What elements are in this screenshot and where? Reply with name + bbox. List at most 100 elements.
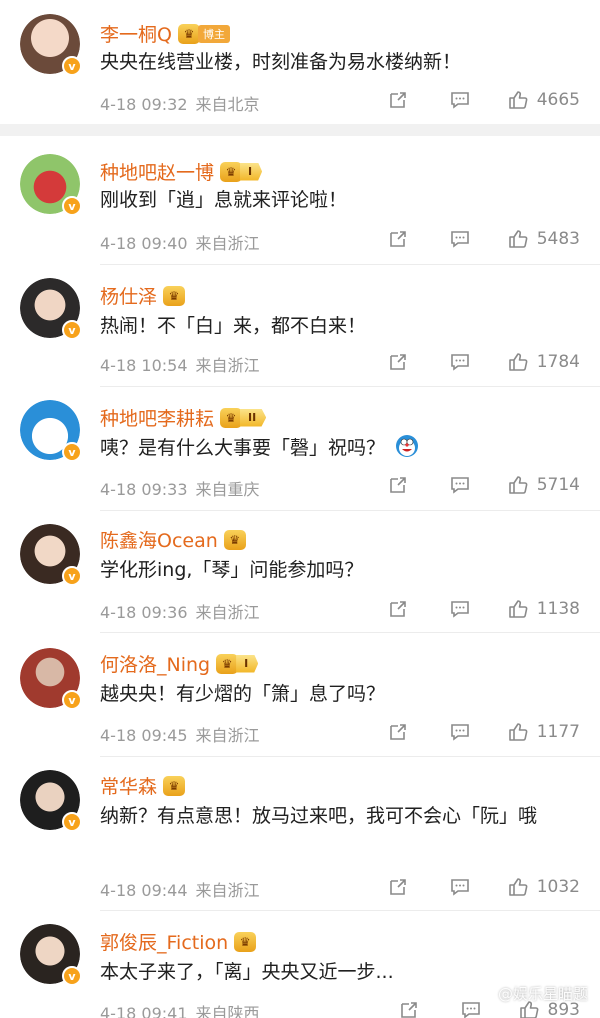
comment-icon[interactable] (449, 474, 471, 496)
share-icon[interactable] (387, 228, 409, 250)
comment-date: 4-18 09:32 (100, 95, 188, 114)
comment-icon[interactable] (449, 876, 471, 898)
comment-meta: 4-18 09:45 来自浙江 (100, 722, 260, 746)
verified-badge-icon: v (62, 966, 82, 986)
comment-text: 央央在线营业楼，时刻准备为易水楼纳新！ (100, 51, 462, 73)
thumbs-up-icon (508, 878, 528, 896)
share-icon[interactable] (387, 721, 409, 743)
comment-icon[interactable] (449, 598, 471, 620)
like-button[interactable]: 1784 (507, 351, 580, 373)
comment-icon[interactable] (449, 351, 471, 373)
like-button[interactable]: 4665 (507, 89, 580, 111)
comment-date: 4-18 09:41 (100, 1004, 188, 1018)
comment-date: 4-18 10:54 (100, 356, 188, 375)
share-icon[interactable] (387, 598, 409, 620)
username[interactable]: 种地吧李耕耘 ♛ II (100, 404, 267, 431)
like-button[interactable]: 1138 (507, 598, 580, 620)
like-count: 5483 (536, 229, 580, 249)
like-button[interactable]: 5714 (507, 474, 580, 496)
comment-item: v 何洛洛_Ning ♛ I 越央央！有少熠的「箫」息了吗？ 4-18 09:45… (0, 640, 600, 756)
comment-text: 咦？是有什么大事要「磬」祝吗？ (100, 432, 570, 465)
level-badge: I (240, 162, 263, 181)
comment-text: 热闹！不「白」来，都不白来！ (100, 315, 367, 337)
comment-item: v 杨仕泽 ♛ 热闹！不「白」来，都不白来！ 4-18 10:54 来自浙江 17… (0, 272, 600, 386)
username[interactable]: 陈鑫海Ocean ♛ (100, 526, 246, 553)
like-count: 5714 (536, 475, 580, 495)
comment-icon[interactable] (460, 999, 482, 1018)
thumbs-up-icon (508, 353, 528, 371)
watermark: @娱乐星瞄题 (497, 985, 588, 1003)
verified-badge-icon: v (62, 690, 82, 710)
comment-text: 学化形ing,「琴」问能参加吗？ (100, 559, 364, 581)
comment-location: 来自浙江 (195, 603, 260, 622)
like-button[interactable]: 5483 (507, 228, 580, 250)
comment-icon[interactable] (449, 89, 471, 111)
verified-badge-icon: v (62, 320, 82, 340)
comment-location: 来自浙江 (195, 726, 260, 745)
comment-meta: 4-18 09:40 来自浙江 (100, 230, 260, 254)
crown-icon: ♛ (163, 775, 186, 797)
share-icon[interactable] (387, 89, 409, 111)
username[interactable]: 郭俊辰_Fiction ♛ (100, 928, 257, 955)
comment-location: 来自浙江 (195, 356, 260, 375)
comment-date: 4-18 09:40 (100, 234, 188, 253)
like-count: 1138 (536, 599, 580, 619)
divider (100, 632, 600, 633)
comment-location: 来自北京 (195, 95, 260, 114)
thumbs-up-icon (508, 230, 528, 248)
crown-icon: ♛ II (220, 407, 267, 429)
comment-text: 刚收到「逍」息就来评论啦！ (100, 189, 348, 211)
crown-icon: ♛ 博主 (177, 23, 230, 45)
verified-badge-icon: v (62, 566, 82, 586)
thumbs-up-icon (508, 600, 528, 618)
crown-icon: ♛ (223, 529, 246, 551)
divider (100, 264, 600, 265)
comment-item: v 陈鑫海Ocean ♛ 学化形ing,「琴」问能参加吗？ 4-18 09:36… (0, 518, 600, 632)
verified-badge-icon: v (62, 442, 82, 462)
username[interactable]: 何洛洛_Ning ♛ I (100, 650, 259, 677)
comment-text: 越央央！有少熠的「箫」息了吗？ (100, 683, 386, 705)
comment-item: v 李一桐Q ♛ 博主 央央在线营业楼，时刻准备为易水楼纳新！ 4-18 09:3… (0, 0, 600, 120)
like-count: 1032 (536, 877, 580, 897)
share-icon[interactable] (387, 474, 409, 496)
comment-location: 来自陕西 (195, 1004, 260, 1018)
share-icon[interactable] (398, 999, 420, 1018)
comment-item: v 种地吧赵一博 ♛ I 刚收到「逍」息就来评论啦！ 4-18 09:40 来自浙江… (0, 148, 600, 264)
comment-meta: 4-18 09:44 来自浙江 (100, 877, 260, 901)
comment-icon[interactable] (449, 721, 471, 743)
share-icon[interactable] (387, 351, 409, 373)
level-badge: I (236, 654, 259, 673)
comment-date: 4-18 09:36 (100, 603, 188, 622)
thumbs-up-icon (508, 723, 528, 741)
like-count: 4665 (536, 90, 580, 110)
comment-meta: 4-18 09:32 来自北京 (100, 91, 260, 115)
like-button[interactable]: 1177 (507, 721, 580, 743)
comment-location: 来自重庆 (195, 480, 260, 499)
level-badge: II (240, 408, 267, 427)
username[interactable]: 种地吧赵一博 ♛ I (100, 158, 263, 185)
verified-badge-icon: v (62, 812, 82, 832)
like-count: 1784 (536, 352, 580, 372)
verified-badge-icon: v (62, 196, 82, 216)
comment-meta: 4-18 10:54 来自浙江 (100, 352, 260, 376)
comment-meta: 4-18 09:33 来自重庆 (100, 476, 260, 500)
comment-item: v 常华森 ♛ 纳新？有点意思！放马过来吧，我可不会心「阮」哦 4-18 09:… (0, 764, 600, 910)
verified-badge-icon: v (62, 56, 82, 76)
crown-icon: ♛ I (220, 161, 263, 183)
like-button[interactable]: 1032 (507, 876, 580, 898)
comment-icon[interactable] (449, 228, 471, 250)
thumbs-up-icon (508, 91, 528, 109)
comment-item: v 种地吧李耕耘 ♛ II 咦？是有什么大事要「磬」祝吗？ 4-18 09:33 来… (0, 394, 600, 510)
comment-date: 4-18 09:44 (100, 881, 188, 900)
username[interactable]: 李一桐Q ♛ 博主 (100, 20, 230, 47)
divider (100, 910, 600, 911)
divider (100, 386, 600, 387)
share-icon[interactable] (387, 876, 409, 898)
username[interactable]: 杨仕泽 ♛ (100, 282, 186, 309)
username[interactable]: 常华森 ♛ (100, 772, 186, 799)
crown-icon: ♛ I (216, 653, 259, 675)
divider (100, 756, 600, 757)
divider (100, 510, 600, 511)
doraemon-emoji-icon (396, 435, 419, 457)
comment-text: 纳新？有点意思！放马过来吧，我可不会心「阮」哦 (100, 805, 538, 827)
